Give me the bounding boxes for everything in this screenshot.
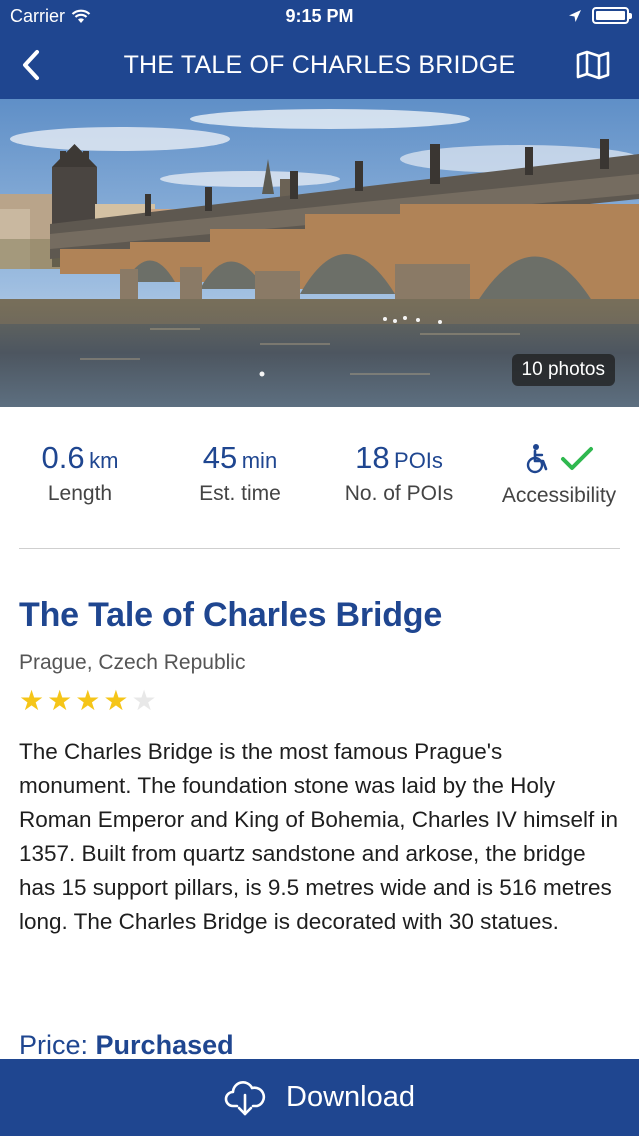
map-button[interactable] bbox=[575, 48, 611, 82]
stat-time-value: 45 min bbox=[160, 440, 320, 476]
price-value: Purchased bbox=[95, 1030, 234, 1060]
download-label: Download bbox=[286, 1081, 415, 1113]
location-arrow-icon bbox=[569, 9, 581, 22]
checkmark-icon bbox=[561, 447, 593, 470]
tour-location: Prague, Czech Republic bbox=[19, 651, 246, 674]
stat-time: 45 min Est. time bbox=[160, 440, 320, 506]
status-time: 9:15 PM bbox=[285, 6, 354, 26]
map-icon bbox=[576, 50, 610, 80]
chevron-left-icon bbox=[23, 50, 39, 80]
status-right bbox=[568, 7, 632, 24]
nav-bar: THE TALE OF CHARLES BRIDGE bbox=[0, 34, 639, 99]
stat-length-value: 0.6 km bbox=[0, 440, 160, 476]
stat-length: 0.6 km Length bbox=[0, 440, 160, 506]
nav-title: THE TALE OF CHARLES BRIDGE bbox=[123, 51, 516, 79]
hero-photo[interactable]: 10 photos bbox=[0, 99, 639, 407]
tour-title: The Tale of Charles Bridge bbox=[19, 596, 443, 634]
price-line: Price: Purchased bbox=[19, 1030, 234, 1061]
star-icon: ★ bbox=[47, 685, 73, 716]
photos-count-badge[interactable]: 10 photos bbox=[511, 354, 615, 386]
wheelchair-icon bbox=[526, 444, 548, 474]
stat-accessibility: Accessibility bbox=[479, 440, 639, 508]
download-button[interactable]: Download bbox=[0, 1059, 639, 1136]
stat-length-unit: km bbox=[89, 448, 119, 473]
star-icon: ★ bbox=[75, 685, 101, 716]
stat-time-unit: min bbox=[241, 448, 278, 473]
stat-pois: 18 POIs No. of POIs bbox=[319, 440, 479, 506]
price-label: Price: bbox=[19, 1030, 89, 1060]
tour-description: The Charles Bridge is the most famous Pr… bbox=[19, 739, 619, 934]
tour-details: The Tale of Charles Bridge Prague, Czech… bbox=[19, 596, 620, 939]
star-icon: ★ bbox=[103, 685, 129, 716]
back-button[interactable] bbox=[14, 48, 48, 82]
header: Carrier 9:15 PM THE TALE OF CHARLES BRID… bbox=[0, 0, 639, 99]
stat-pois-number: 18 bbox=[355, 440, 390, 475]
accessibility-icons bbox=[479, 440, 639, 478]
stat-time-number: 45 bbox=[202, 440, 238, 475]
tour-stats: 0.6 km Length 45 min Est. time 18 POIs N… bbox=[0, 440, 639, 520]
stat-length-number: 0.6 bbox=[41, 440, 85, 475]
battery-icon bbox=[592, 7, 632, 24]
divider bbox=[19, 548, 620, 549]
star-empty-icon: ★ bbox=[131, 685, 157, 716]
rating-stars: ★ ★ ★ ★ ★ bbox=[19, 687, 620, 715]
star-icon: ★ bbox=[19, 685, 45, 716]
status-bar: Carrier 9:15 PM bbox=[0, 0, 639, 34]
stat-pois-unit: POIs bbox=[394, 448, 443, 473]
stat-time-label: Est. time bbox=[199, 482, 281, 505]
stat-accessibility-label: Accessibility bbox=[501, 484, 617, 507]
cloud-download-icon bbox=[224, 1080, 266, 1115]
stat-pois-value: 18 POIs bbox=[319, 440, 479, 476]
stat-pois-label: No. of POIs bbox=[344, 482, 454, 505]
stat-length-label: Length bbox=[47, 482, 113, 505]
